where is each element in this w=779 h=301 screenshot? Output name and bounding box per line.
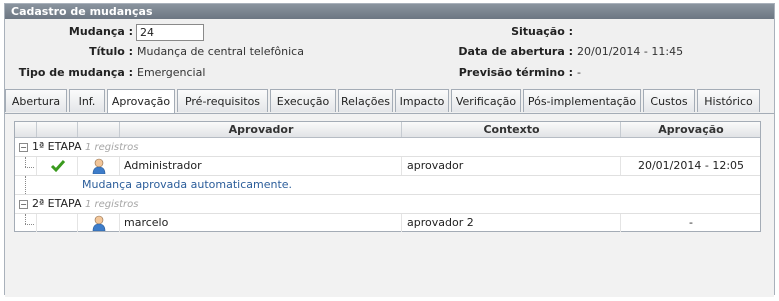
header-aprovador[interactable]: Aprovador bbox=[119, 122, 402, 137]
change-form: Mudança : 24 Título : Mudança de central… bbox=[5, 19, 774, 86]
collapse-icon[interactable]: − bbox=[19, 200, 28, 209]
mudanca-label: Mudança : bbox=[68, 25, 133, 38]
tab-pos-implementacao[interactable]: Pós-implementação bbox=[523, 89, 641, 112]
tab-inf[interactable]: Inf. bbox=[69, 89, 105, 112]
approval-panel: Aprovador Contexto Aprovação − 1ª ETAPA … bbox=[5, 113, 774, 297]
approval-cell: 20/01/2014 - 12:05 bbox=[620, 157, 761, 175]
table-row[interactable]: Administrador aprovador 20/01/2014 - 12:… bbox=[15, 157, 760, 176]
context-cell: aprovador 2 bbox=[401, 214, 620, 232]
abertura-label: Data de abertura : bbox=[458, 45, 573, 58]
situacao-label: Situação : bbox=[511, 25, 573, 38]
approval-note-row: Mudança aprovada automaticamente. bbox=[15, 176, 760, 195]
previsao-value: - bbox=[577, 66, 581, 79]
approval-cell: - bbox=[620, 214, 761, 232]
collapse-icon[interactable]: − bbox=[19, 143, 28, 152]
approval-grid: Aprovador Contexto Aprovação − 1ª ETAPA … bbox=[14, 121, 761, 232]
tab-execucao[interactable]: Execução bbox=[270, 89, 336, 112]
context-cell: aprovador bbox=[401, 157, 620, 175]
approval-note: Mudança aprovada automaticamente. bbox=[82, 178, 293, 191]
header-contexto[interactable]: Contexto bbox=[401, 122, 621, 137]
group-row[interactable]: − 2ª ETAPA 1 registros bbox=[15, 195, 760, 214]
group-count: 1 registros bbox=[84, 142, 139, 153]
user-icon bbox=[92, 215, 106, 231]
tab-impacto[interactable]: Impacto bbox=[395, 89, 449, 112]
tab-bar: Abertura Inf. Aprovação Pré-requisitos E… bbox=[5, 89, 774, 114]
tipo-value: Emergencial bbox=[137, 66, 206, 79]
tab-verificacao[interactable]: Verificação bbox=[451, 89, 521, 112]
group-name: 1ª ETAPA bbox=[32, 140, 82, 153]
titulo-label: Título : bbox=[89, 45, 133, 58]
titulo-value: Mudança de central telefônica bbox=[137, 45, 304, 58]
tipo-label: Tipo de mudança : bbox=[18, 66, 133, 79]
tab-aprovacao[interactable]: Aprovação bbox=[107, 89, 175, 114]
approver-cell: Administrador bbox=[119, 157, 401, 175]
tab-custos[interactable]: Custos bbox=[643, 89, 695, 112]
check-icon bbox=[50, 160, 66, 173]
user-icon bbox=[92, 158, 106, 174]
abertura-value: 20/01/2014 - 11:45 bbox=[577, 45, 684, 58]
tab-historico[interactable]: Histórico bbox=[697, 89, 760, 112]
change-window: Cadastro de mudanças Mudança : 24 Título… bbox=[4, 3, 775, 297]
previsao-label: Previsão término : bbox=[458, 66, 573, 79]
group-name: 2ª ETAPA bbox=[32, 197, 82, 210]
tab-pre-requisitos[interactable]: Pré-requisitos bbox=[177, 89, 268, 112]
table-row[interactable]: marcelo aprovador 2 - bbox=[15, 214, 760, 232]
window-title: Cadastro de mudanças bbox=[5, 4, 774, 19]
group-row[interactable]: − 1ª ETAPA 1 registros bbox=[15, 138, 760, 157]
grid-header: Aprovador Contexto Aprovação bbox=[15, 122, 760, 138]
tab-abertura[interactable]: Abertura bbox=[5, 89, 67, 112]
tab-relacoes[interactable]: Relações bbox=[338, 89, 393, 112]
header-aprovacao[interactable]: Aprovação bbox=[620, 122, 761, 137]
mudanca-field[interactable]: 24 bbox=[136, 23, 204, 41]
approver-cell: marcelo bbox=[119, 214, 401, 232]
group-count: 1 registros bbox=[84, 199, 139, 210]
